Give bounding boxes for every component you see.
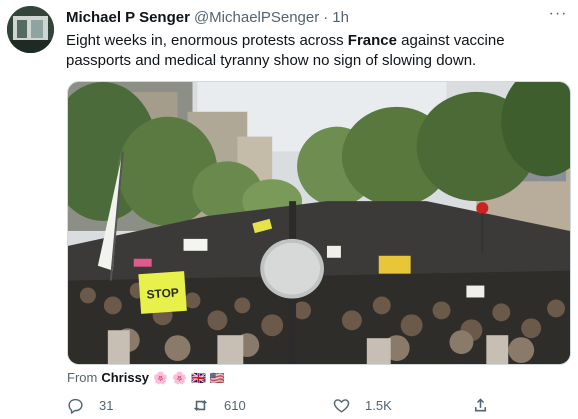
- author-handle[interactable]: @MichaelPSenger: [194, 9, 319, 26]
- retweet-button[interactable]: 610: [191, 396, 246, 415]
- tweet-card[interactable]: Michael P Senger @MichaelPSenger · 1h ··…: [0, 0, 578, 419]
- heart-icon: [333, 399, 350, 413]
- reply-button[interactable]: 31: [66, 396, 113, 415]
- tweet-media-image[interactable]: STOP: [67, 81, 571, 365]
- attribution-name[interactable]: Chrissy: [101, 370, 149, 385]
- uk-flag-emoji: 🇬🇧: [190, 370, 206, 385]
- timestamp[interactable]: 1h: [332, 9, 349, 26]
- retweet-icon: [193, 399, 208, 412]
- share-button[interactable]: [471, 396, 490, 415]
- avatar[interactable]: [7, 6, 54, 53]
- separator-dot: ·: [323, 8, 329, 26]
- like-count: 1.5K: [365, 398, 392, 413]
- stop-sign-text: STOP: [146, 285, 179, 301]
- flower-emoji: 🌸: [153, 370, 168, 385]
- flower-emoji: 🌸: [172, 370, 187, 385]
- reply-count: 31: [99, 398, 114, 413]
- like-button[interactable]: 1.5K: [332, 396, 392, 415]
- us-flag-emoji: 🇺🇸: [209, 370, 225, 385]
- media-attribution: From Chrissy 🌸 🌸 🇬🇧 🇺🇸: [67, 370, 225, 385]
- retweet-count: 610: [224, 398, 246, 413]
- more-options-icon[interactable]: ···: [546, 5, 570, 23]
- author-name[interactable]: Michael P Senger: [66, 9, 190, 26]
- tweet-text: Eight weeks in, enormous protests across…: [66, 31, 556, 71]
- reply-icon: [68, 398, 83, 414]
- tweet-text-part: Eight weeks in, enormous protests across: [66, 32, 348, 49]
- attribution-prefix: From: [67, 370, 98, 385]
- share-icon: [474, 398, 487, 412]
- tweet-header: Michael P Senger @MichaelPSenger · 1h: [66, 7, 568, 27]
- tweet-text-bold: France: [347, 32, 397, 49]
- tweet-actions: 31 610 1.5K: [66, 396, 496, 416]
